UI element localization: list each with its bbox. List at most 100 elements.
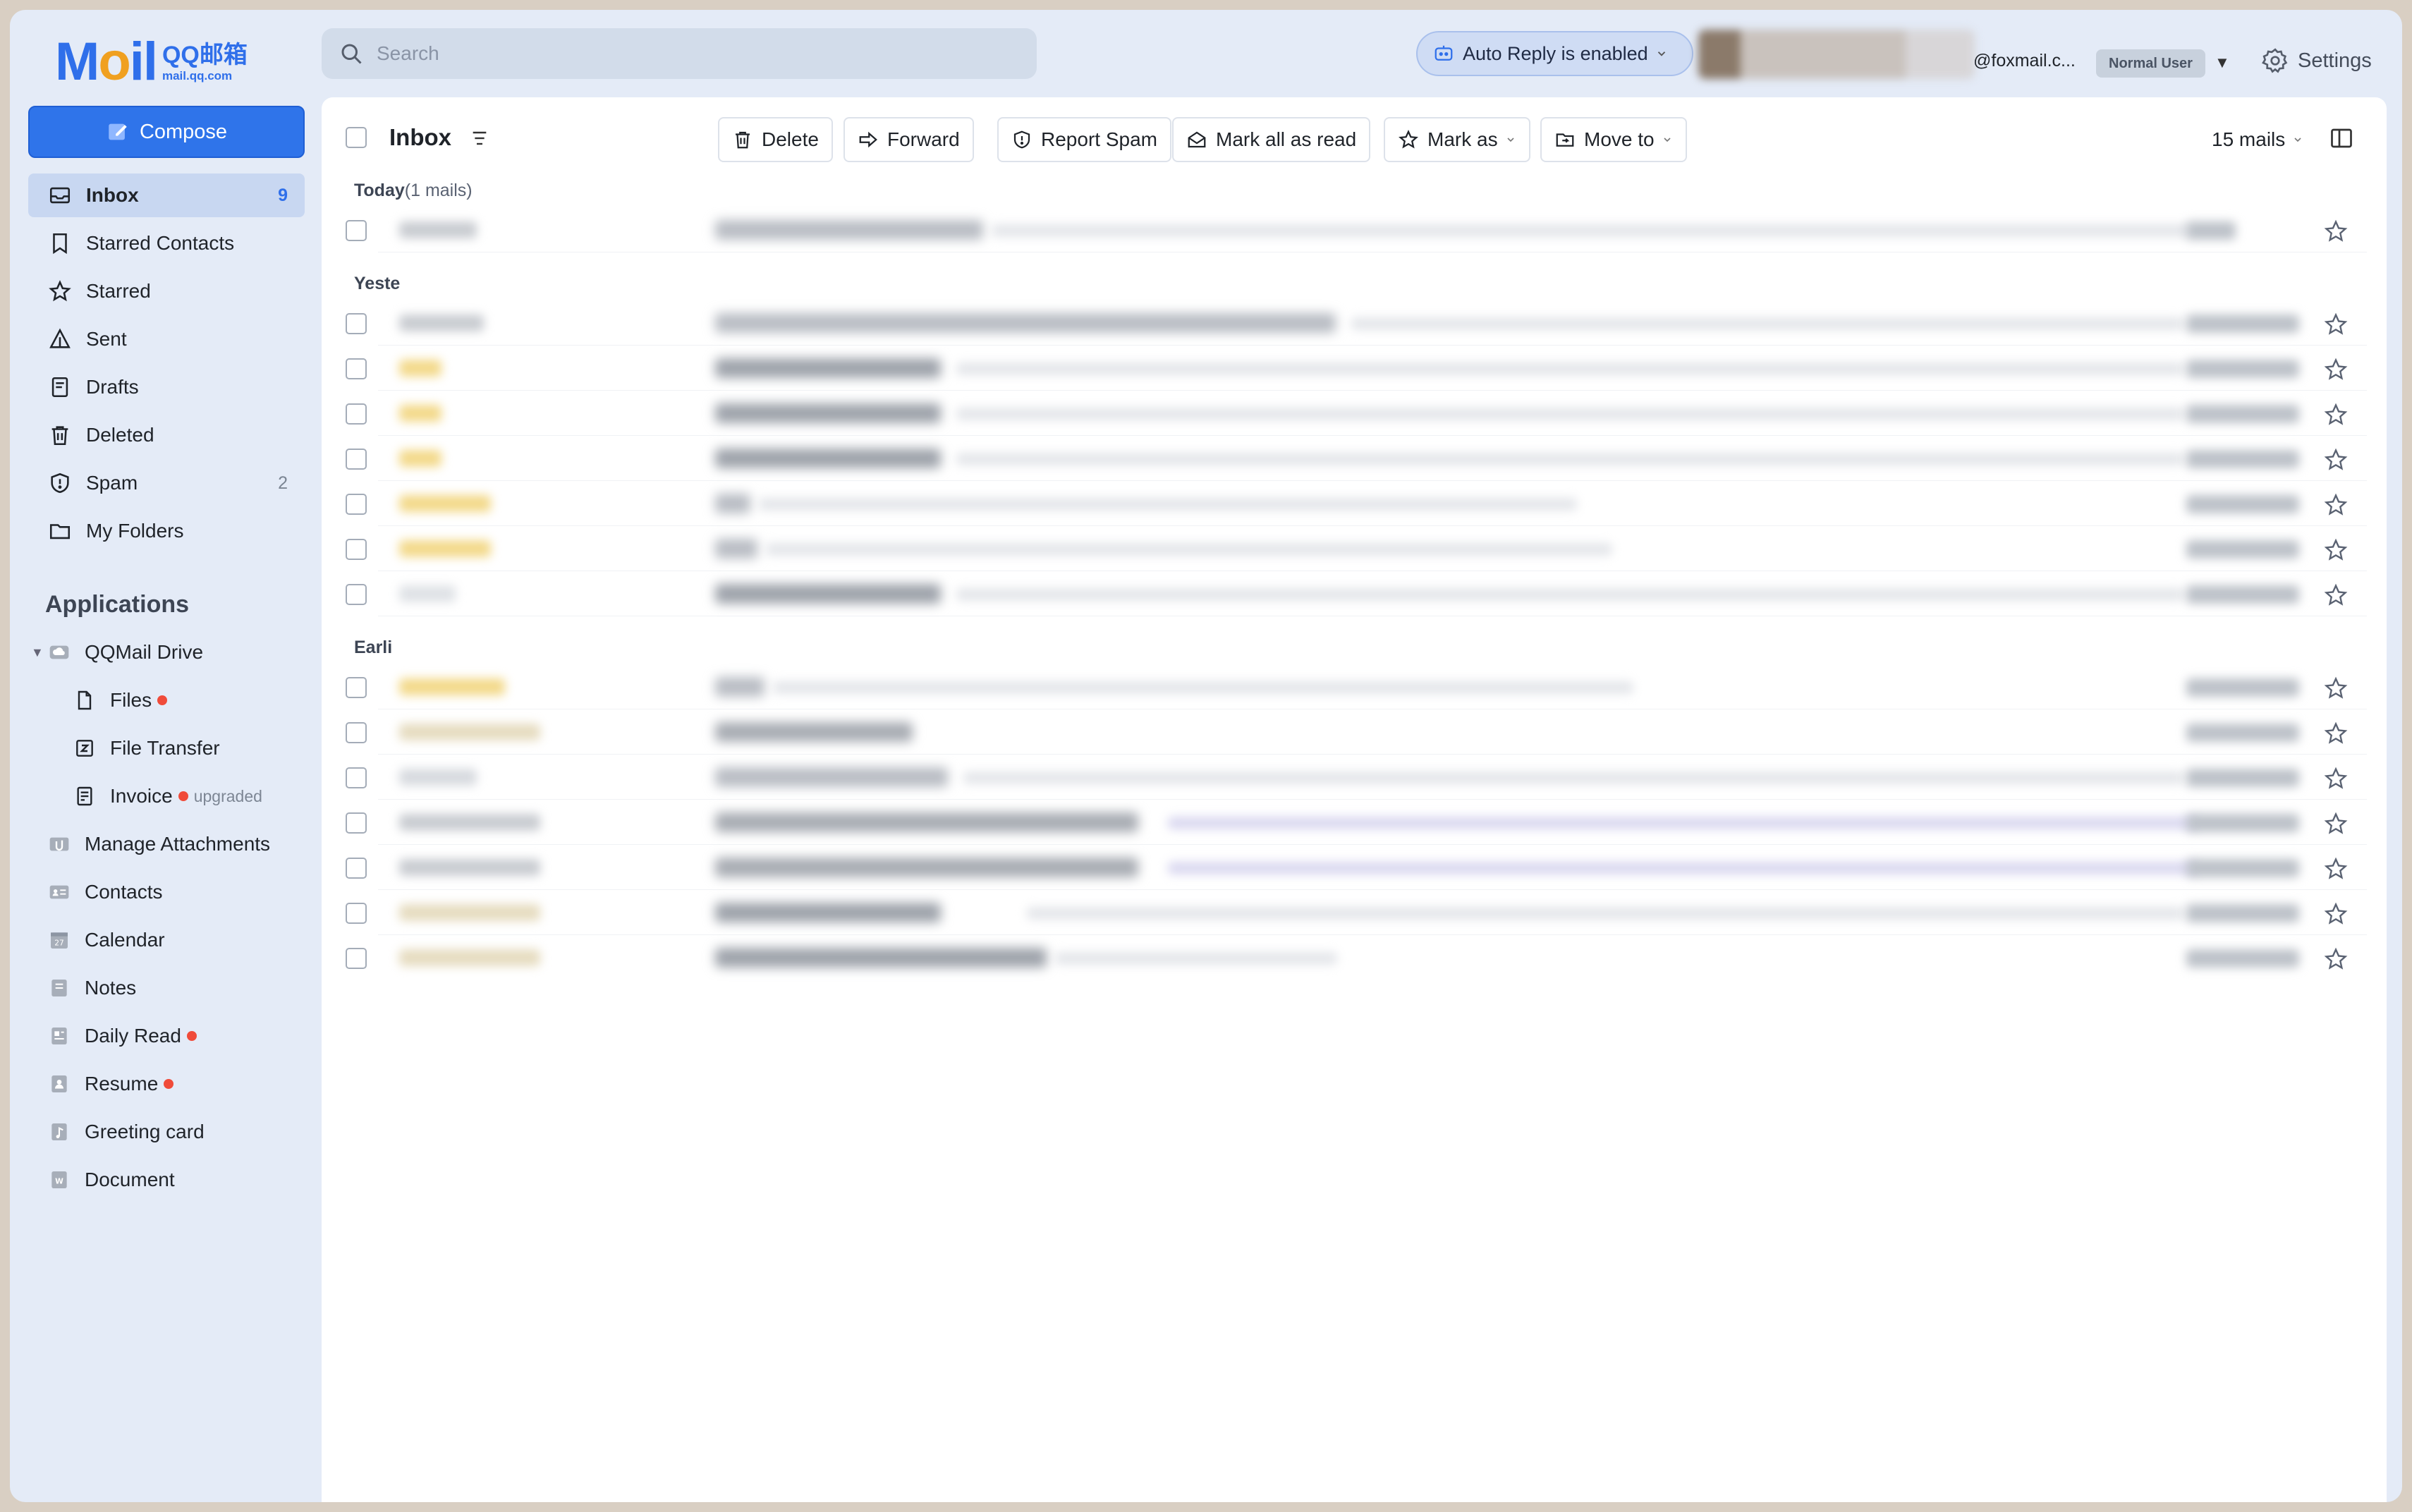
sidebar-item-label: My Folders <box>86 520 184 542</box>
star-icon[interactable] <box>2323 219 2349 244</box>
preview-redacted <box>956 362 2183 375</box>
mail-row-checkbox[interactable] <box>346 903 367 924</box>
app-files[interactable]: Files <box>28 678 310 722</box>
sidebar-item-label: Sent <box>86 328 127 350</box>
forward-button[interactable]: Forward <box>843 117 974 162</box>
trash-icon <box>736 131 750 149</box>
mail-row-checkbox[interactable] <box>346 722 367 743</box>
app-resume[interactable]: Resume <box>28 1062 310 1106</box>
reading-pane-icon[interactable] <box>2329 126 2354 151</box>
star-icon[interactable] <box>2323 537 2349 563</box>
mail-row-checkbox[interactable] <box>346 858 367 879</box>
star-icon[interactable] <box>2323 721 2349 746</box>
app-greeting-card[interactable]: Greeting card <box>28 1110 310 1154</box>
star-icon[interactable] <box>2323 676 2349 701</box>
app-daily-read[interactable]: Daily Read <box>28 1014 310 1058</box>
mail-row[interactable] <box>322 346 2367 391</box>
mail-row-checkbox[interactable] <box>346 948 367 969</box>
star-icon[interactable] <box>2323 766 2349 791</box>
mark-all-read-button[interactable]: Mark all as read <box>1172 117 1371 162</box>
mail-row[interactable] <box>322 571 2367 616</box>
compose-button[interactable]: Compose <box>28 106 305 158</box>
expand-triangle-icon[interactable]: ▼ <box>31 645 44 660</box>
mail-row[interactable] <box>322 935 2367 980</box>
group-name: Earli <box>354 638 393 657</box>
mail-row[interactable] <box>322 800 2367 845</box>
delete-label: Delete <box>762 128 819 150</box>
date-redacted <box>2186 221 2236 240</box>
mail-row[interactable] <box>322 845 2367 890</box>
mark-as-button[interactable]: Mark as <box>1384 117 1530 162</box>
mail-row-checkbox[interactable] <box>346 449 367 470</box>
sidebar-item-deleted[interactable]: Deleted <box>28 413 305 457</box>
preview-redacted <box>956 588 2183 601</box>
sort-icon[interactable] <box>468 127 491 150</box>
select-all-checkbox[interactable] <box>346 127 367 148</box>
account-area[interactable] <box>1698 30 1975 79</box>
mail-row-checkbox[interactable] <box>346 220 367 241</box>
sidebar-item-spam[interactable]: Spam 2 <box>28 461 305 505</box>
mail-row[interactable] <box>322 526 2367 571</box>
app-calendar[interactable]: 27 Calendar <box>28 918 310 962</box>
sidebar-item-drafts[interactable]: Drafts <box>28 365 305 409</box>
mail-row[interactable] <box>322 755 2367 800</box>
mail-count-dropdown[interactable]: 15 mails <box>2212 128 2303 151</box>
sidebar-item-starred[interactable]: Starred <box>28 269 305 313</box>
mail-row-checkbox[interactable] <box>346 677 367 698</box>
app-file-transfer[interactable]: File Transfer <box>28 726 310 770</box>
mail-row[interactable] <box>322 300 2367 346</box>
mail-row-checkbox[interactable] <box>346 767 367 788</box>
account-dropdown-icon[interactable]: ▼ <box>2215 54 2230 72</box>
mail-row[interactable] <box>322 664 2367 709</box>
settings-button[interactable]: Settings <box>2261 47 2372 75</box>
star-icon[interactable] <box>2323 357 2349 382</box>
move-to-button[interactable]: Move to <box>1540 117 1687 162</box>
auto-reply-button[interactable]: Auto Reply is enabled <box>1416 31 1693 76</box>
search-input[interactable] <box>377 42 997 65</box>
app-manage-attachments[interactable]: Manage Attachments <box>28 822 310 866</box>
star-icon[interactable] <box>2323 811 2349 836</box>
date-redacted <box>2186 405 2299 423</box>
sidebar-item-my-folders[interactable]: My Folders <box>28 509 305 553</box>
app-notes[interactable]: Notes <box>28 966 310 1010</box>
delete-button[interactable]: Delete <box>718 117 833 162</box>
star-icon[interactable] <box>2323 402 2349 427</box>
mail-row-checkbox[interactable] <box>346 494 367 515</box>
star-icon[interactable] <box>2323 901 2349 927</box>
star-icon[interactable] <box>2323 492 2349 518</box>
mail-row[interactable] <box>322 709 2367 755</box>
app-document[interactable]: W Document <box>28 1158 310 1202</box>
mail-row-checkbox[interactable] <box>346 358 367 379</box>
sidebar-item-label: Inbox <box>86 184 139 206</box>
date-redacted <box>2186 540 2299 559</box>
mail-row[interactable] <box>322 481 2367 526</box>
qqmail-logo[interactable]: Moil QQ邮箱 mail.qq.com <box>55 34 248 90</box>
mail-row[interactable] <box>322 391 2367 436</box>
mail-row[interactable] <box>322 436 2367 481</box>
settings-label: Settings <box>2298 49 2372 72</box>
chevron-down-icon <box>2294 138 2301 142</box>
app-invoice[interactable]: Invoice upgraded <box>28 774 310 818</box>
report-spam-button[interactable]: Report Spam <box>997 117 1171 162</box>
app-qqmail-drive[interactable]: ▼ QQMail Drive <box>28 630 310 674</box>
mail-row-checkbox[interactable] <box>346 539 367 560</box>
sidebar-item-starred-contacts[interactable]: Starred Contacts <box>28 221 305 265</box>
sidebar-item-inbox[interactable]: Inbox 9 <box>28 173 305 217</box>
mail-row[interactable] <box>322 890 2367 935</box>
star-icon[interactable] <box>2323 856 2349 882</box>
star-icon[interactable] <box>2323 312 2349 337</box>
star-icon[interactable] <box>2323 447 2349 472</box>
sidebar-item-sent[interactable]: Sent <box>28 317 305 361</box>
app-label: Daily Read <box>85 1025 181 1047</box>
star-icon[interactable] <box>2323 583 2349 608</box>
mail-row-checkbox[interactable] <box>346 584 367 605</box>
mail-row[interactable] <box>322 207 2367 252</box>
star-icon[interactable] <box>2323 946 2349 972</box>
preview-redacted <box>773 681 1633 694</box>
mail-row-checkbox[interactable] <box>346 403 367 425</box>
mail-row-checkbox[interactable] <box>346 313 367 334</box>
app-contacts[interactable]: Contacts <box>28 870 310 914</box>
group-name: Today <box>354 181 405 200</box>
mail-row-checkbox[interactable] <box>346 812 367 834</box>
search-box[interactable] <box>322 28 1037 79</box>
